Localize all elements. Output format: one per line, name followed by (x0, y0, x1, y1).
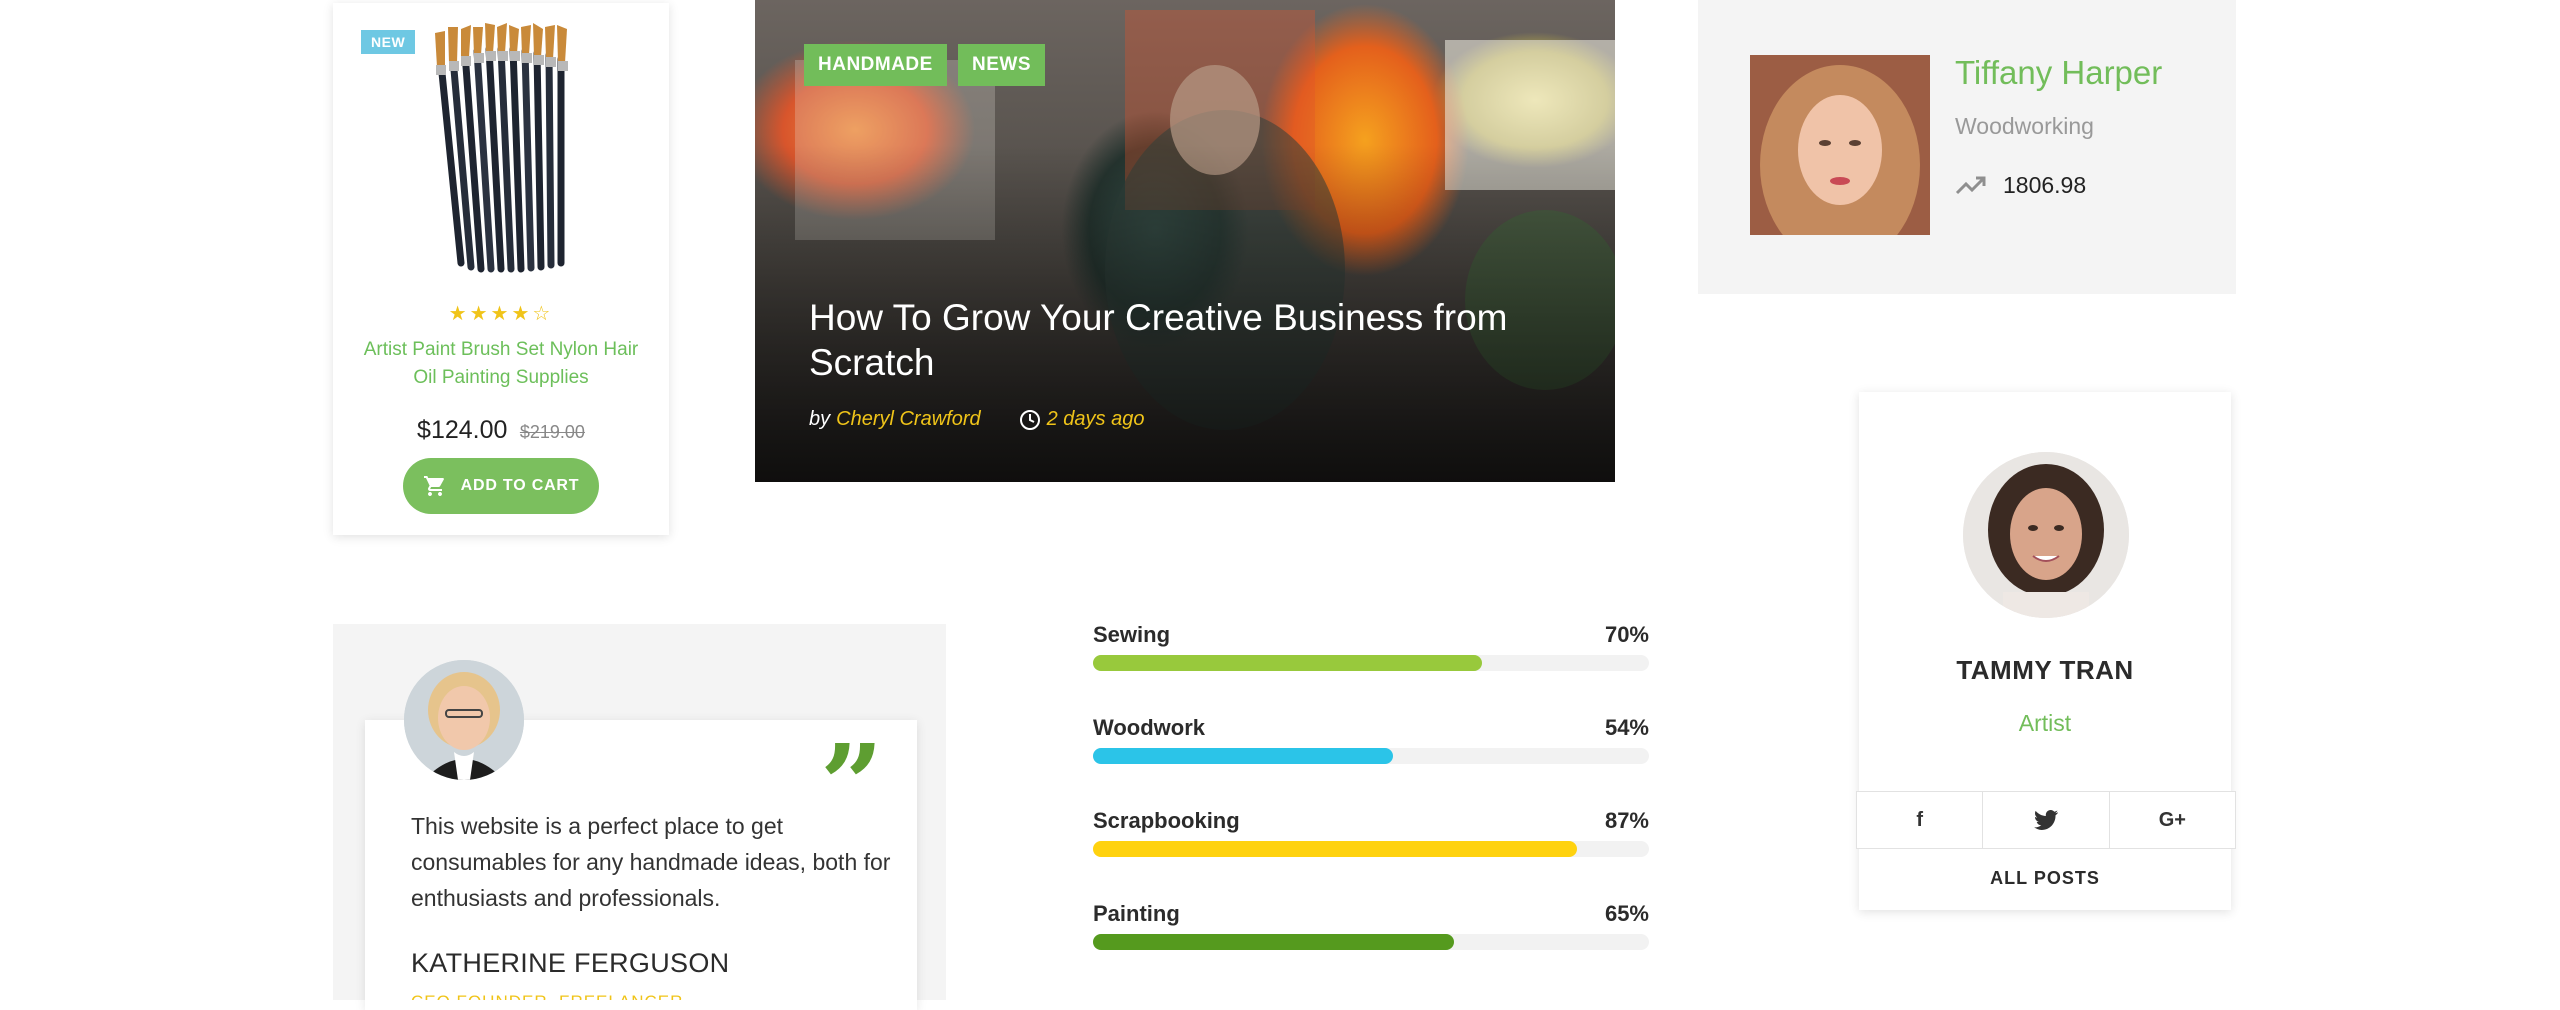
product-card: NEW ★★★★☆ Artist Paint Brush Set Nylon H… (333, 3, 669, 535)
skill-bar: Sewing 70% (1093, 622, 1649, 682)
skill-bar: Scrapbooking 87% (1093, 808, 1649, 868)
by-label: by (809, 408, 831, 430)
product-title-link[interactable]: Artist Paint Brush Set Nylon Hair Oil Pa… (353, 336, 649, 392)
add-to-cart-label: ADD TO CART (460, 477, 580, 494)
twitter-button[interactable]: t (1983, 792, 2110, 848)
author-category: Woodworking (1955, 113, 2094, 139)
skill-track (1093, 655, 1649, 671)
add-to-cart-button[interactable]: ADD TO CART (403, 458, 599, 514)
paint-brush-set-image[interactable] (421, 23, 581, 273)
skill-name: Scrapbooking (1093, 808, 1240, 833)
tag-handmade[interactable]: HANDMADE (804, 44, 947, 86)
post-author-link[interactable]: Cheryl Crawford (836, 408, 980, 431)
post-title[interactable]: How To Grow Your Creative Business from … (809, 295, 1529, 385)
team-member-avatar[interactable] (1963, 452, 2129, 618)
testimonial-subtitle-text: CEO FOUNDER, FREELANCER (411, 992, 811, 1000)
author-avatar[interactable] (1750, 55, 1930, 235)
tag-news[interactable]: NEWS (958, 44, 1045, 86)
clock-icon (1019, 409, 1040, 430)
testimonial-avatar (404, 660, 524, 780)
skill-fill (1093, 841, 1577, 857)
trending-up-icon (1955, 176, 1986, 194)
facebook-button[interactable]: f (1857, 792, 1984, 848)
skill-track (1093, 748, 1649, 764)
skill-fill (1093, 655, 1483, 671)
team-member-name: TAMMY TRAN (1956, 655, 2134, 685)
featured-post-hero[interactable]: HANDMADE NEWS How To Grow Your Creative … (755, 0, 1615, 482)
rating-stars: ★★★★☆ (448, 303, 554, 325)
social-links: f t G+ (1856, 791, 2236, 849)
skill-name: Woodwork (1093, 715, 1206, 740)
skill-percent: 54% (1604, 715, 1649, 740)
author-stat: 1806.98 (1955, 172, 2086, 199)
price-row: $124.00 $219.00 (333, 416, 669, 445)
skill-percent: 70% (1604, 622, 1649, 647)
skill-bar: Woodwork 54% (1093, 715, 1649, 775)
author-name-link[interactable]: Tiffany Harper (1955, 54, 2162, 92)
team-member-role: Artist (2018, 710, 2072, 736)
google-plus-icon: G+ (2158, 808, 2186, 831)
testimonial-subtitle: CEO FOUNDER, FREELANCER (411, 990, 811, 1000)
all-posts-link[interactable]: ALL POSTS (1859, 848, 2231, 908)
skill-name: Sewing (1093, 622, 1171, 647)
post-time: 2 days ago (1046, 408, 1145, 430)
product-price: $124.00 (417, 416, 508, 444)
skill-percent: 65% (1604, 901, 1649, 926)
testimonial-name: KATHERINE FERGUSON (411, 948, 730, 978)
google-plus-button[interactable]: G+ (2110, 792, 2235, 848)
facebook-icon: f (1916, 808, 1923, 831)
post-meta: by Cheryl Crawford 2 days ago (809, 408, 1144, 431)
skill-percent: 87% (1604, 808, 1649, 833)
cart-icon (423, 476, 444, 496)
testimonial-text: This website is a perfect place to get c… (411, 813, 891, 911)
skill-bar: Painting 65% (1093, 901, 1649, 961)
new-badge: NEW (361, 30, 416, 54)
author-stat-value: 1806.98 (2003, 172, 2087, 198)
product-old-price: $219.00 (519, 422, 585, 442)
team-member-card: TAMMY TRAN Artist f t G+ ALL POSTS (1856, 392, 2236, 910)
skill-fill (1093, 748, 1394, 764)
skill-fill (1093, 934, 1455, 950)
skill-track (1093, 934, 1649, 950)
skill-track (1093, 841, 1649, 857)
skill-name: Painting (1093, 901, 1180, 926)
featured-author-box: Tiffany Harper Woodworking 1806.98 (1698, 0, 2236, 294)
twitter-icon (2033, 810, 2058, 830)
